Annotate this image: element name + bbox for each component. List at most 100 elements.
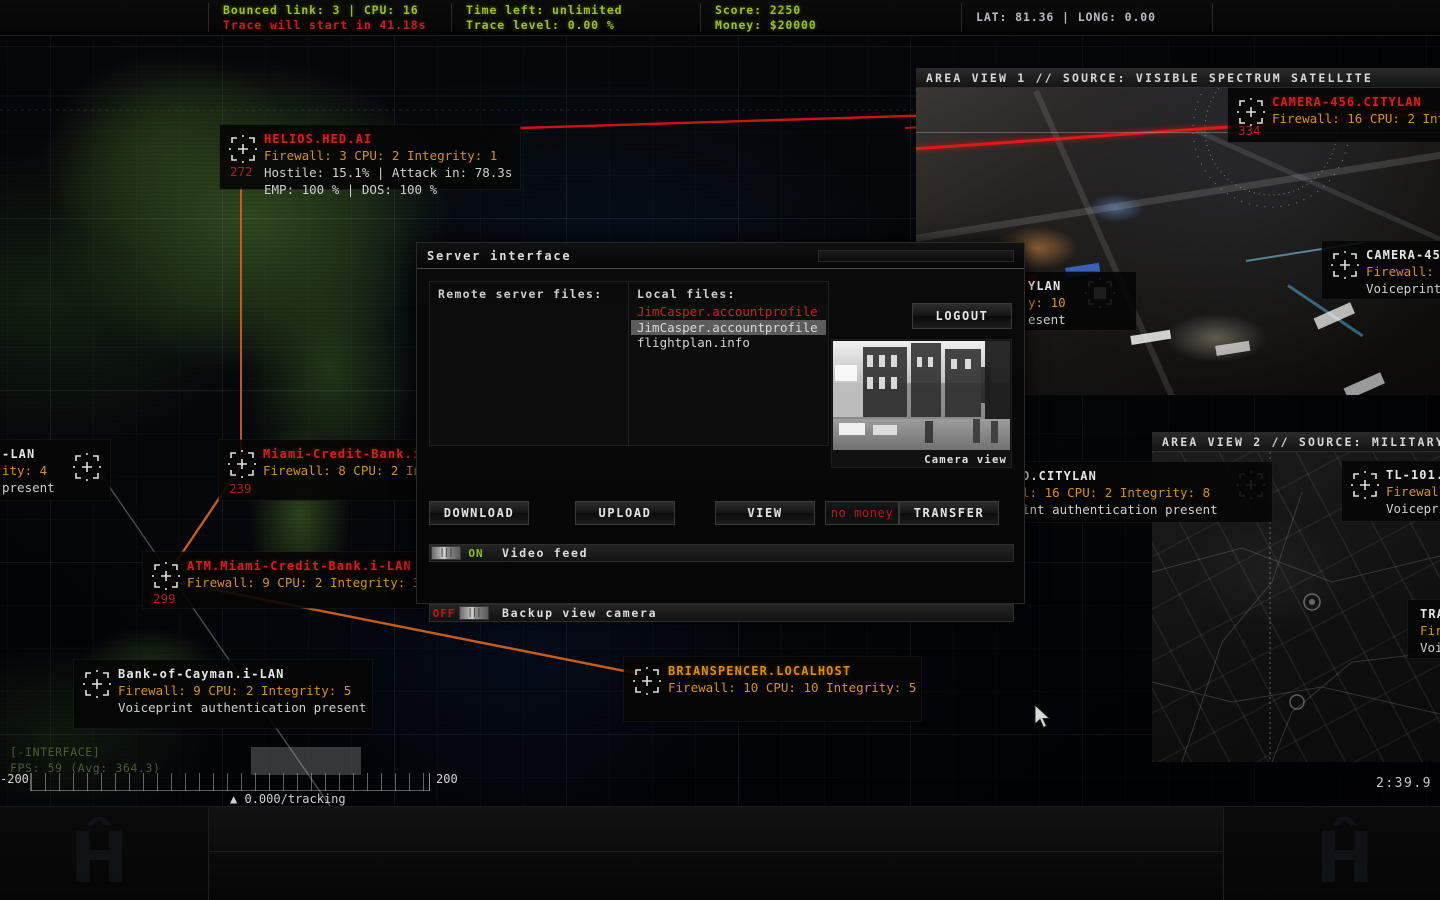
- video-feed-state: ON: [462, 547, 490, 560]
- node-sub2: EMP: 100 % | DOS: 100 %: [264, 181, 510, 198]
- map-node-camera-45x[interactable]: CAMERA-45 Firewall: 16 Voiceprint a: [1322, 241, 1440, 299]
- remote-files-pane[interactable]: Remote server files:: [429, 281, 629, 446]
- dialog-titlebar[interactable]: Server interface: [417, 243, 1024, 269]
- backup-camera-toggle-row[interactable]: OFF ||| Backup view camera: [429, 604, 1014, 622]
- dialog-action-buttons: DOWNLOAD UPLOAD VIEW no money TRANSFER: [429, 501, 1014, 525]
- node-number: 334: [1238, 122, 1261, 139]
- node-number: 239: [229, 480, 252, 497]
- map-node-citylan-partial[interactable]: YLAN y: 10 esent: [1018, 272, 1136, 330]
- tracking-slider-caption: ▲ 0.000/tracking: [230, 792, 346, 806]
- game-screen: AREA VIEW 1 // SOURCE: VISIBLE SPECTRUM …: [0, 0, 1440, 900]
- interface-label: [-INTERFACE]: [10, 744, 160, 760]
- camera-view-image: [833, 341, 1010, 450]
- camera-view-label: Camera view: [924, 454, 1007, 466]
- node-sub1: Voiceprint authentication present: [118, 699, 362, 716]
- node-stats: Fir: [1420, 622, 1440, 639]
- node-stats: Firewall: 16: [1366, 263, 1440, 280]
- node-sub1: Voi: [1420, 639, 1440, 656]
- video-feed-label: Video feed: [502, 546, 588, 560]
- file-list-item[interactable]: JimCasper.accountprofile: [631, 304, 826, 320]
- view-button[interactable]: VIEW: [715, 501, 815, 525]
- transfer-button[interactable]: TRANSFER: [899, 501, 999, 525]
- tracking-slider-max: 200: [436, 772, 458, 786]
- crosshair-icon: [632, 666, 662, 696]
- tracking-value: 0.000/tracking: [244, 792, 345, 806]
- node-stats: y: 10: [1028, 294, 1126, 311]
- local-files-header: Local files:: [629, 282, 828, 304]
- trace-level-text: Trace level: 0.00 %: [466, 18, 686, 33]
- interface-overlay: [-INTERFACE] FPS: 59 (Avg: 364.3): [10, 744, 160, 776]
- backup-camera-state: OFF: [430, 607, 458, 620]
- tracking-slider-min: -200: [0, 772, 29, 786]
- toolbar-divider: [208, 851, 1224, 852]
- node-stats: Firewall: 9 CPU: 2 Integrity: 5: [118, 682, 362, 699]
- crosshair-icon: [228, 134, 258, 164]
- node-stats: Firewall: 10 CPU: 10 Integrity: 5: [668, 679, 911, 696]
- server-interface-dialog[interactable]: Server interface Remote server files: Lo…: [416, 242, 1025, 604]
- node-title: -LAN: [2, 446, 55, 462]
- node-title: Bank-of-Cayman.i-LAN: [118, 666, 362, 682]
- upload-button[interactable]: UPLOAD: [575, 501, 675, 525]
- node-sub1: esent: [1028, 311, 1126, 328]
- map-node-tra-partial[interactable]: TRA Fir Voi: [1408, 600, 1440, 658]
- video-feed-slider-knob[interactable]: |||: [431, 546, 461, 560]
- status-cell-score: Score: 2250 Money: $20000: [701, 0, 961, 35]
- node-title: CAMERA-456.CITYLAN: [1272, 94, 1440, 110]
- logout-button[interactable]: LOGOUT: [912, 303, 1012, 329]
- node-stats: Firewall: 8 CPU: 2 Inte: [263, 462, 436, 479]
- node-stats: ity: 4: [2, 462, 55, 479]
- crosshair-icon: [151, 561, 181, 591]
- map-node-atm-miami-credit-bank[interactable]: ATM.Miami-Credit-Bank.i-LAN Firewall: 9 …: [143, 552, 425, 608]
- status-bar: Bounced link: 3 | CPU: 16 Trace will sta…: [0, 0, 1440, 36]
- node-sub1: Voiceprint a: [1366, 280, 1440, 297]
- map-node-bank-of-cayman[interactable]: Bank-of-Cayman.i-LAN Firewall: 9 CPU: 2 …: [74, 660, 372, 728]
- tracking-slider-track[interactable]: [30, 773, 430, 791]
- tracking-slider-handle[interactable]: [251, 747, 361, 775]
- node-title: HELIOS.HED.AI: [264, 131, 510, 147]
- file-list-item[interactable]: flightplan.info: [631, 335, 826, 351]
- crosshair-icon: [82, 669, 112, 699]
- crosshair-icon[interactable]: [72, 452, 102, 482]
- mission-timer: 2:39.9: [1376, 776, 1432, 791]
- node-sub1: present: [2, 479, 55, 496]
- node-title: O.CITYLAN: [1022, 468, 1262, 484]
- map-node-o-citylan[interactable]: O.CITYLAN l: 16 CPU: 2 Integrity: 8 int …: [1010, 462, 1272, 522]
- node-number: 272: [230, 163, 253, 180]
- logo-left: Ĥ: [70, 817, 125, 899]
- dialog-drag-handle[interactable]: [818, 250, 1014, 262]
- no-money-label: no money: [825, 501, 899, 525]
- download-button[interactable]: DOWNLOAD: [429, 501, 529, 525]
- backup-camera-slider-knob[interactable]: |||: [459, 606, 489, 620]
- status-cell-coords: LAT: 81.36 | LONG: 0.00: [962, 0, 1212, 35]
- local-files-pane[interactable]: Local files: JimCasper.accountprofile Ji…: [629, 281, 829, 446]
- file-list-item-selected[interactable]: JimCasper.accountprofile: [631, 320, 826, 336]
- logo-right: Ĥ: [1315, 817, 1370, 899]
- camera-view-panel[interactable]: Camera view: [831, 339, 1012, 468]
- node-sub1: Voiceprin: [1386, 500, 1440, 517]
- crosshair-icon: [1330, 250, 1360, 280]
- remote-files-header: Remote server files:: [430, 282, 628, 304]
- video-feed-toggle-row[interactable]: ||| ON Video feed: [429, 544, 1014, 562]
- tracking-marker-icon: ▲: [230, 792, 237, 806]
- bounced-link-text: Bounced link: 3 | CPU: 16: [223, 3, 437, 18]
- score-text: Score: 2250: [715, 3, 947, 18]
- node-title: BRIANSPENCER.LOCALHOST: [668, 663, 911, 679]
- node-stats: Firewall: 16 CPU: 2 Integ: [1272, 110, 1440, 127]
- map-node-camera-456-citylan[interactable]: CAMERA-456.CITYLAN Firewall: 16 CPU: 2 I…: [1228, 88, 1440, 142]
- bottom-toolbar: Ĥ Ĥ FIREWALL D.O.S EMP VOICEPRINT RETINA…: [0, 806, 1440, 900]
- node-title: TRA: [1420, 606, 1440, 622]
- crosshair-icon: [227, 449, 257, 479]
- mouse-cursor-icon: [1034, 704, 1052, 730]
- node-stats: Firewall: 9 CPU: 2 Integrity: 3: [187, 574, 415, 591]
- toolbar-panel: [208, 807, 1224, 900]
- map-node-tl-101[interactable]: TL-101. Firewall Voiceprin: [1342, 461, 1440, 521]
- map-node-helios[interactable]: HELIOS.HED.AI Firewall: 3 CPU: 2 Integri…: [220, 125, 520, 189]
- time-left-text: Time left: unlimited: [466, 3, 686, 18]
- node-title: Miami-Credit-Bank.i-: [263, 446, 436, 462]
- node-title: CAMERA-45: [1366, 247, 1440, 263]
- status-cell-link: Bounced link: 3 | CPU: 16 Trace will sta…: [209, 0, 451, 35]
- local-files-list[interactable]: JimCasper.accountprofile JimCasper.accou…: [629, 304, 828, 351]
- trace-start-text: Trace will start in 41.18s: [223, 18, 437, 33]
- map-node-brianspencer-localhost[interactable]: BRIANSPENCER.LOCALHOST Firewall: 10 CPU:…: [624, 657, 921, 721]
- coordinates-text: LAT: 81.36 | LONG: 0.00: [976, 10, 1198, 25]
